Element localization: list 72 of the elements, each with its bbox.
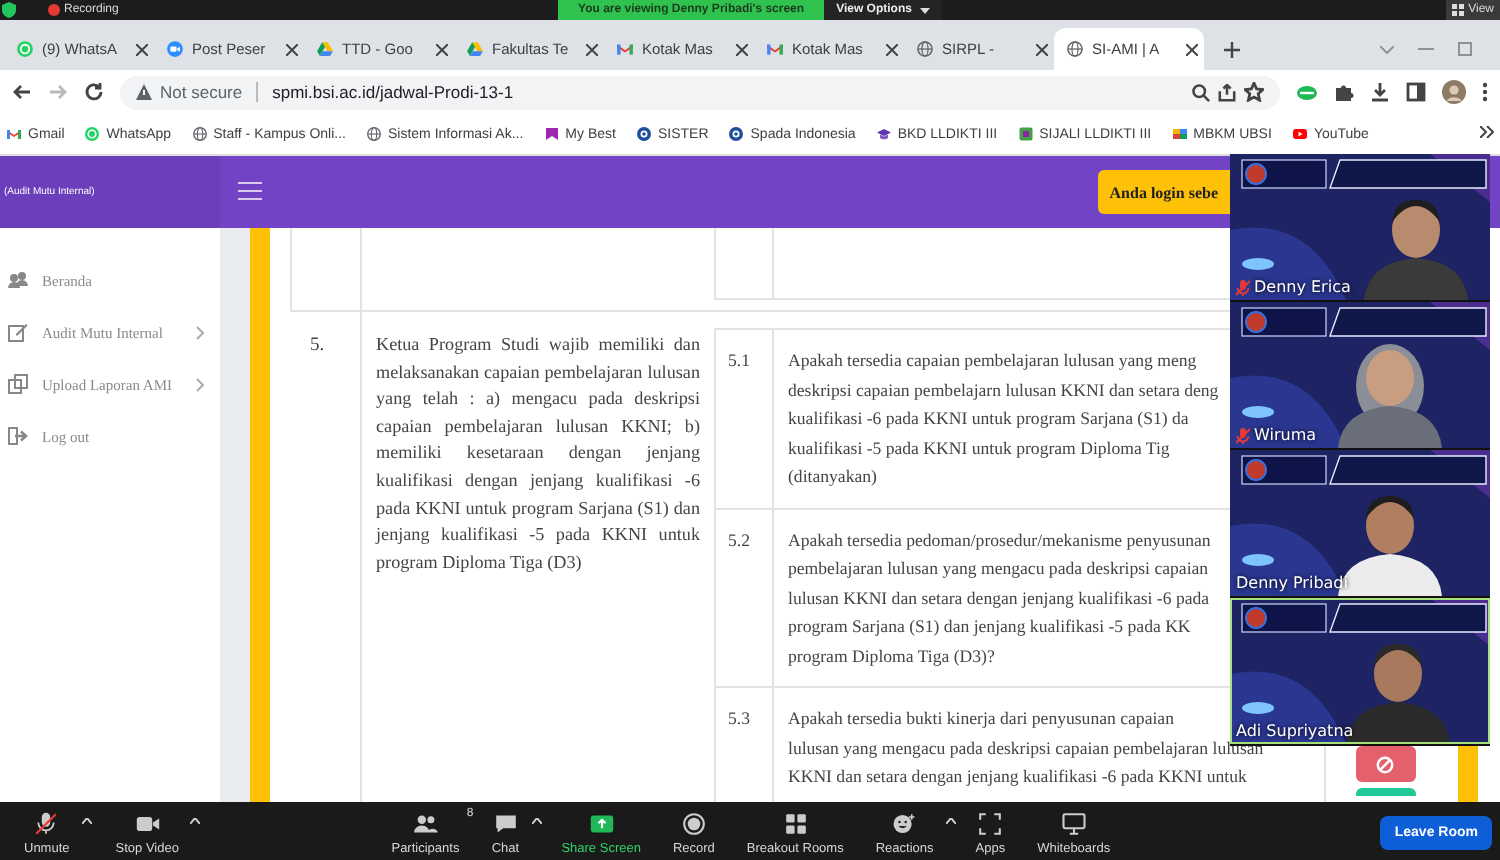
grid-icon (1452, 4, 1465, 16)
side-panel-icon[interactable] (1406, 82, 1426, 102)
participant-name: Adi Supriyatna (1236, 722, 1354, 740)
close-icon[interactable] (436, 43, 448, 55)
triangle-icon (316, 40, 334, 58)
participant-name: Denny Erica (1254, 278, 1351, 296)
warning-icon[interactable] (136, 84, 152, 100)
app-icon (1171, 126, 1188, 142)
more-bookmarks-icon[interactable] (1480, 126, 1494, 138)
emblem-icon (635, 126, 652, 142)
copy-icon (8, 374, 28, 394)
dashboard-icon (8, 270, 28, 290)
magnifier-icon[interactable] (1192, 83, 1210, 101)
globe-icon (1066, 40, 1084, 58)
caret-icon[interactable] (531, 817, 542, 823)
mail-icon (6, 126, 22, 142)
whiteboard-icon (1059, 809, 1088, 837)
caret-icon (919, 7, 930, 13)
close-icon[interactable] (136, 43, 148, 55)
triangle-icon (466, 40, 484, 58)
avatar-icon[interactable] (1442, 80, 1466, 104)
chat-bubble-icon (84, 126, 101, 142)
record-icon (679, 809, 708, 837)
mail-icon (766, 40, 784, 58)
close-icon[interactable] (1186, 43, 1198, 55)
globe-icon (916, 40, 934, 58)
participant-name: Wiruma (1254, 426, 1317, 444)
puzzle-icon[interactable] (1334, 82, 1354, 102)
reload-icon[interactable] (84, 82, 104, 102)
globe-icon (365, 126, 382, 142)
bookmark-icon (543, 126, 560, 142)
play-icon (1291, 126, 1308, 142)
menu-icon[interactable] (238, 182, 262, 200)
reject-button[interactable] (1355, 746, 1415, 782)
caret-icon[interactable] (81, 817, 92, 823)
grid-icon (781, 809, 810, 837)
caret-icon[interactable] (190, 817, 201, 823)
logout-icon (8, 426, 28, 446)
login-button[interactable]: Anda login sebe (1097, 170, 1230, 214)
close-icon[interactable] (1036, 43, 1048, 55)
close-icon[interactable] (886, 43, 898, 55)
row-number: 5. (308, 334, 327, 360)
video-camera-icon (166, 40, 184, 58)
menu-icon[interactable] (1482, 82, 1488, 102)
share-icon[interactable] (1218, 83, 1236, 101)
emblem-icon (728, 126, 745, 142)
mail-icon (616, 40, 634, 58)
caret-icon[interactable] (945, 817, 956, 823)
close-icon[interactable] (736, 43, 748, 55)
smiley-icon (890, 809, 919, 837)
app-icon (1017, 126, 1034, 142)
shield-icon (2, 2, 16, 18)
back-icon[interactable] (12, 82, 32, 102)
security-label: Not secure (160, 82, 243, 102)
question-number: 5.3 (726, 706, 752, 732)
extension-icon[interactable] (1296, 83, 1318, 101)
blocked-icon (1376, 755, 1394, 773)
download-icon[interactable] (1370, 82, 1390, 102)
chat-bubble-icon (16, 40, 34, 58)
new-tab-icon[interactable] (1224, 41, 1240, 57)
mic-muted-icon (32, 809, 61, 837)
question-number: 5.1 (726, 348, 752, 374)
edit-icon (8, 322, 28, 342)
question-number: 5.2 (726, 527, 752, 553)
star-icon[interactable] (1244, 82, 1264, 102)
apps-icon (976, 809, 1005, 837)
globe-icon (191, 126, 208, 142)
url-field[interactable]: spmi.bsi.ac.id/jadwal-Prodi-13-1 (272, 82, 1184, 102)
close-icon[interactable] (586, 43, 598, 55)
graduation-cap-icon (875, 126, 892, 142)
close-icon[interactable] (286, 43, 298, 55)
record-dot-icon (48, 4, 60, 16)
